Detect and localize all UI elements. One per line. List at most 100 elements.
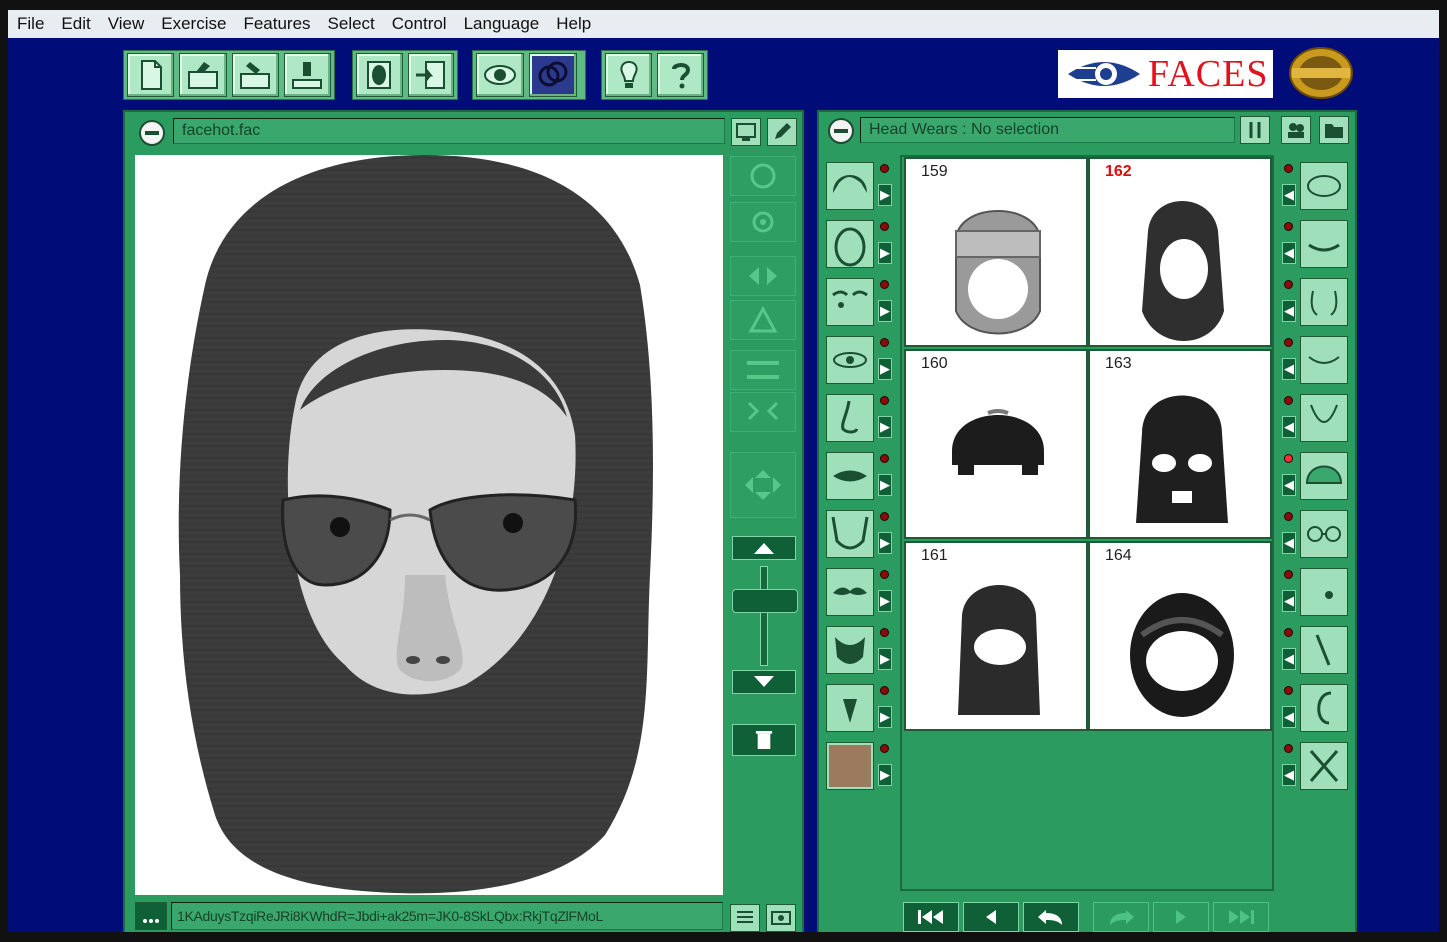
feature-thumbnail[interactable] xyxy=(1300,510,1348,558)
feature-category-skin-tone[interactable]: ▶ xyxy=(826,740,894,792)
feature-category-head-wear[interactable]: ◀ xyxy=(1282,450,1350,502)
feature-category-jaw[interactable]: ▶ xyxy=(826,508,894,560)
feature-thumbnail[interactable] xyxy=(1300,568,1348,616)
feature-thumbnail[interactable] xyxy=(1300,278,1348,326)
view-button[interactable] xyxy=(476,53,524,97)
feature-category-scars[interactable]: ◀ xyxy=(1282,624,1350,676)
composite-canvas[interactable] xyxy=(135,155,723,895)
feature-category-nose-lines[interactable]: ◀ xyxy=(1282,276,1350,328)
first-page-button[interactable] xyxy=(903,902,959,932)
expand-left-arrow-icon[interactable]: ◀ xyxy=(1282,764,1296,786)
feature-category-lips[interactable]: ▶ xyxy=(826,450,894,502)
feature-thumbnail[interactable] xyxy=(826,684,874,732)
columns-button[interactable] xyxy=(1240,116,1270,144)
feature-category-hair[interactable]: ▶ xyxy=(826,160,894,212)
feature-category-chin[interactable]: ◀ xyxy=(1282,392,1350,444)
expand-left-arrow-icon[interactable]: ◀ xyxy=(1282,706,1296,728)
feature-category-eyes[interactable]: ▶ xyxy=(826,334,894,386)
headwear-item-160[interactable]: 160 xyxy=(904,349,1088,539)
composite-code-field[interactable]: 1KAduysTzqiReJRi8KWhdR=Jbdi+ak25m=JK0-8S… xyxy=(171,902,723,930)
feature-thumbnail[interactable] xyxy=(826,510,874,558)
expand-left-arrow-icon[interactable]: ◀ xyxy=(1282,590,1296,612)
expand-left-arrow-icon[interactable]: ◀ xyxy=(1282,242,1296,264)
feature-category-marks[interactable]: ◀ xyxy=(1282,566,1350,618)
feature-thumbnail[interactable] xyxy=(826,742,874,790)
flip-vertical-button[interactable] xyxy=(730,300,796,340)
headwear-item-161[interactable]: 161 xyxy=(904,541,1088,731)
feature-thumbnail[interactable] xyxy=(826,568,874,616)
expand-right-arrow-icon[interactable]: ▶ xyxy=(878,764,892,786)
expand-right-arrow-icon[interactable]: ▶ xyxy=(878,532,892,554)
expand-left-arrow-icon[interactable]: ◀ xyxy=(1282,474,1296,496)
hint-button[interactable] xyxy=(605,53,652,97)
feature-thumbnail[interactable] xyxy=(826,394,874,442)
menu-features[interactable]: Features xyxy=(234,14,318,34)
expand-right-arrow-icon[interactable]: ▶ xyxy=(878,300,892,322)
people-button[interactable] xyxy=(1281,116,1311,144)
expand-left-arrow-icon[interactable]: ◀ xyxy=(1282,184,1296,206)
headwear-item-159[interactable]: 159 xyxy=(904,157,1088,347)
feature-category-ears[interactable]: ◀ xyxy=(1282,682,1350,734)
delete-feature-button[interactable] xyxy=(732,724,796,756)
expand-right-arrow-icon[interactable]: ▶ xyxy=(878,242,892,264)
menu-view[interactable]: View xyxy=(99,14,153,34)
expand-left-arrow-icon[interactable]: ◀ xyxy=(1282,648,1296,670)
feature-category-head-shape[interactable]: ▶ xyxy=(826,218,894,270)
monitor-button[interactable] xyxy=(731,118,761,146)
feature-thumbnail[interactable] xyxy=(826,278,874,326)
export-button[interactable] xyxy=(283,53,331,97)
feature-thumbnail[interactable] xyxy=(1300,452,1348,500)
menu-exercise[interactable]: Exercise xyxy=(152,14,234,34)
help-button[interactable] xyxy=(657,53,704,97)
feature-thumbnail[interactable] xyxy=(826,626,874,674)
composite-collapse-button[interactable] xyxy=(139,120,165,146)
expand-left-arrow-icon[interactable]: ◀ xyxy=(1282,416,1296,438)
feature-thumbnail[interactable] xyxy=(1300,626,1348,674)
folder-button[interactable] xyxy=(1319,116,1349,144)
more-button[interactable] xyxy=(135,902,167,930)
redo-button[interactable] xyxy=(1093,902,1149,932)
expand-right-arrow-icon[interactable]: ▶ xyxy=(878,474,892,496)
headwear-item-162[interactable]: 162 xyxy=(1088,157,1272,347)
feature-category-glasses[interactable]: ◀ xyxy=(1282,508,1350,560)
new-button[interactable] xyxy=(127,53,175,97)
expand-right-arrow-icon[interactable]: ▶ xyxy=(878,184,892,206)
align-button[interactable] xyxy=(730,350,796,390)
feature-category-beard[interactable]: ▶ xyxy=(826,624,894,676)
flip-horizontal-button[interactable] xyxy=(730,256,796,296)
feature-thumbnail[interactable] xyxy=(826,220,874,268)
library-collapse-button[interactable] xyxy=(828,118,854,144)
feature-thumbnail[interactable] xyxy=(1300,394,1348,442)
expand-right-arrow-icon[interactable]: ▶ xyxy=(878,648,892,670)
scale-down-button[interactable] xyxy=(732,670,796,694)
rotate-left-button[interactable] xyxy=(730,156,796,196)
open-button[interactable] xyxy=(179,53,227,97)
feature-category-mouth-lines[interactable]: ◀ xyxy=(1282,218,1350,270)
scale-up-button[interactable] xyxy=(732,536,796,560)
feature-category-cheeks[interactable]: ◀ xyxy=(1282,160,1350,212)
stretch-button[interactable] xyxy=(730,392,796,432)
menu-file[interactable]: File xyxy=(8,14,52,34)
feature-category-eyebrows[interactable]: ▶ xyxy=(826,276,894,328)
rotate-right-button[interactable] xyxy=(730,202,796,242)
menu-select[interactable]: Select xyxy=(319,14,383,34)
feature-category-smile-lines[interactable]: ◀ xyxy=(1282,334,1350,386)
menu-language[interactable]: Language xyxy=(455,14,548,34)
expand-right-arrow-icon[interactable]: ▶ xyxy=(878,416,892,438)
previous-page-button[interactable] xyxy=(963,902,1019,932)
feature-thumbnail[interactable] xyxy=(1300,742,1348,790)
photo-button[interactable] xyxy=(766,904,796,932)
feature-category-goatee[interactable]: ▶ xyxy=(826,682,894,734)
overlay-button[interactable] xyxy=(529,53,577,97)
menu-edit[interactable]: Edit xyxy=(52,14,98,34)
feature-thumbnail[interactable] xyxy=(826,162,874,210)
move-button[interactable] xyxy=(730,452,796,518)
feature-thumbnail[interactable] xyxy=(1300,220,1348,268)
menu-control[interactable]: Control xyxy=(383,14,455,34)
feature-thumbnail[interactable] xyxy=(826,336,874,384)
edit-pen-button[interactable] xyxy=(767,118,797,146)
feature-category-mustache[interactable]: ▶ xyxy=(826,566,894,618)
feature-thumbnail[interactable] xyxy=(1300,684,1348,732)
expand-right-arrow-icon[interactable]: ▶ xyxy=(878,590,892,612)
last-page-button[interactable] xyxy=(1213,902,1269,932)
